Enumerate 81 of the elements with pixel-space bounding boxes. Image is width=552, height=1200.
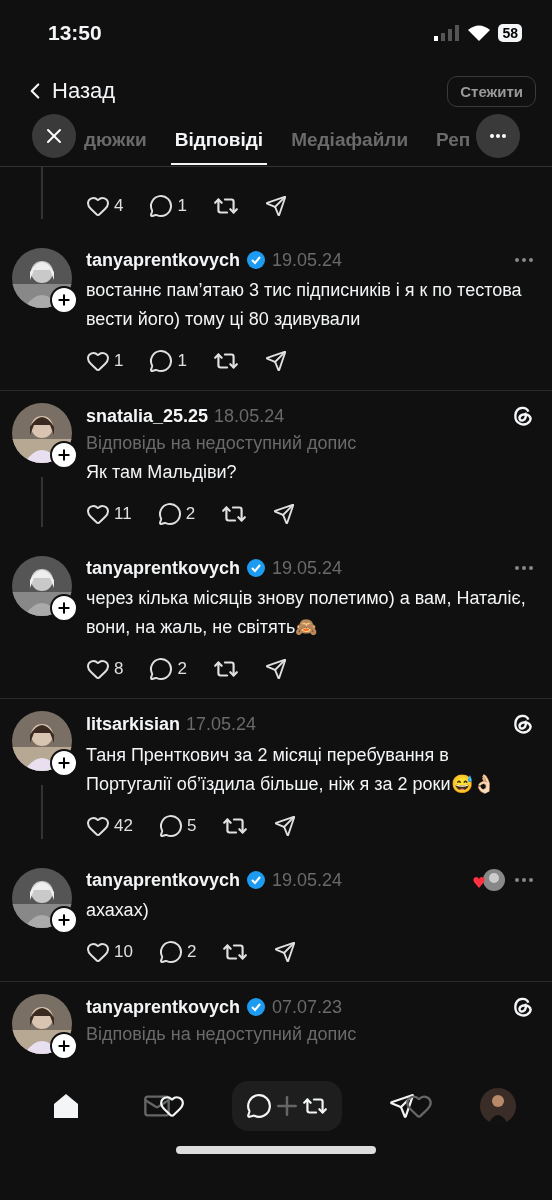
reply-button[interactable]: 2 (157, 501, 196, 527)
verified-badge-icon (246, 558, 267, 578)
send-icon (264, 195, 287, 217)
send-icon (273, 503, 296, 525)
post-text: через кілька місяців знову полетимо) а вам, Наталіє, вони, на жаль, не світять🙈 (86, 587, 527, 639)
heart-icon (86, 502, 110, 526)
share-button[interactable] (273, 501, 296, 527)
create-icon[interactable] (232, 1081, 342, 1131)
status-time: 13:50 (48, 21, 102, 45)
profile-tab[interactable]: дюжки (80, 117, 151, 165)
reply-button[interactable]: 2 (158, 939, 197, 965)
username[interactable]: tanyaprentkovych (86, 557, 241, 579)
profile-avatar[interactable] (479, 1088, 516, 1124)
share-button[interactable] (274, 939, 297, 965)
heart-icon (86, 940, 110, 964)
verified-badge-icon (246, 250, 267, 270)
post-date: 17.05.24 (186, 713, 257, 735)
share-button[interactable] (264, 656, 287, 682)
comment-icon (149, 349, 174, 373)
share-button[interactable] (264, 193, 287, 219)
like-button[interactable]: 42 (86, 813, 133, 839)
liked-avatar-icon (472, 868, 506, 892)
reply-context: Відповідь на недоступний допис (86, 1024, 358, 1045)
profile-tab[interactable]: Медіафайли (287, 117, 413, 165)
wifi-icon (468, 25, 491, 41)
close-button[interactable] (32, 114, 76, 158)
post-date: 18.05.24 (214, 405, 285, 427)
follow-plus-icon[interactable] (50, 286, 78, 314)
comment-icon (149, 194, 174, 218)
verified-badge-icon (246, 997, 267, 1017)
post-date: 07.07.23 (272, 996, 343, 1018)
comment-icon (157, 502, 182, 526)
reply-button[interactable]: 5 (158, 813, 197, 839)
post-text: Таня Пренткович за 2 місяці перебування в Португалії об’їздила більше, ніж я за 2 роки😅👌🏻 (86, 744, 496, 796)
verified-badge-icon (246, 870, 267, 890)
share-button[interactable] (264, 348, 287, 374)
post-text: Як там Мальдіви? (86, 461, 238, 484)
comment-icon (158, 814, 183, 838)
like-button[interactable]: 10 (86, 939, 133, 965)
more-icon (490, 134, 506, 138)
like-button[interactable]: 1 (86, 348, 124, 374)
follow-plus-icon[interactable] (50, 1032, 78, 1060)
send-icon (264, 658, 287, 680)
username[interactable]: tanyaprentkovych (86, 996, 241, 1018)
username[interactable]: litsarkisian (86, 713, 181, 735)
post-date: 19.05.24 (272, 249, 343, 271)
more-button[interactable] (476, 114, 520, 158)
post-text: востаннє пам’ятаю 3 тис підписників і я к по тестова вести його) тому ці 80 здивували (86, 279, 523, 331)
heart-icon (86, 194, 110, 218)
comment-icon (158, 940, 183, 964)
username[interactable]: tanyaprentkovych (86, 869, 241, 891)
heart-icon (86, 657, 110, 681)
comment-icon (149, 657, 174, 681)
follow-plus-icon[interactable] (50, 441, 78, 469)
send-icon (264, 350, 287, 372)
profile-tab[interactable]: Відповіді (170, 117, 268, 165)
username[interactable]: tanyaprentkovych (86, 249, 241, 271)
send-icon (274, 941, 297, 963)
post-text: ахахах) (86, 899, 150, 922)
like-button[interactable]: 11 (86, 501, 132, 527)
follow-plus-icon[interactable] (50, 749, 78, 777)
reply-button[interactable]: 1 (149, 348, 187, 374)
reply-context: Відповідь на недоступний допис (86, 433, 358, 454)
follow-button[interactable]: Стежити (447, 75, 536, 107)
signal-icon (434, 25, 461, 41)
back-button[interactable]: Назад (22, 78, 116, 104)
profile-tab[interactable]: Реп (432, 117, 475, 165)
post-date: 19.05.24 (272, 869, 343, 891)
like-button[interactable]: 4 (86, 193, 124, 219)
send-icon (274, 815, 297, 837)
heart-icon (86, 814, 110, 838)
follow-plus-icon[interactable] (50, 906, 78, 934)
post-date: 19.05.24 (272, 557, 343, 579)
reply-button[interactable]: 2 (149, 656, 187, 682)
like-button[interactable]: 8 (86, 656, 124, 682)
heart-icon (86, 349, 110, 373)
battery-level: 58 (498, 24, 522, 42)
share-button[interactable] (274, 813, 297, 839)
reply-button[interactable]: 1 (149, 193, 187, 219)
follow-plus-icon[interactable] (50, 594, 78, 622)
username[interactable]: snatalia_25.25 (86, 405, 209, 427)
